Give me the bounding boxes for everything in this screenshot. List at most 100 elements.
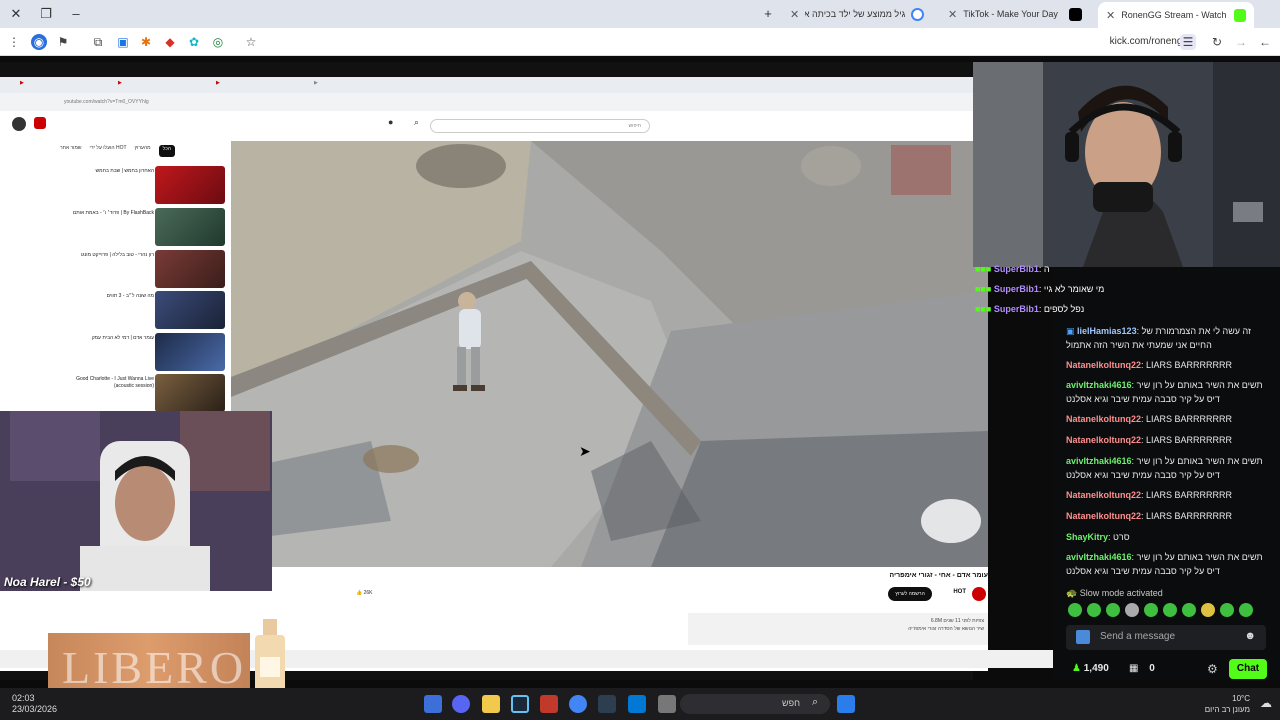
extension-icon[interactable]: ✿	[186, 34, 202, 50]
chat-username[interactable]: ShayKitry	[1066, 532, 1108, 542]
file-explorer-icon[interactable]	[482, 695, 500, 713]
tab-close-icon[interactable]: ✕	[790, 8, 799, 21]
windows-start-icon[interactable]	[837, 695, 855, 713]
chat-username[interactable]: SuperBib1	[994, 284, 1039, 294]
taskbar-app-icon[interactable]	[540, 695, 558, 713]
chip: הועלו על ידי HOT	[89, 145, 127, 151]
chat-username[interactable]: Natanelkoltunq22	[1066, 414, 1141, 424]
recommended-title: מה שונה ל״ב - 3 תווים	[106, 293, 154, 299]
chat-message: Natanelkoltunq22: LIARS BARRRRRRR	[1066, 414, 1233, 424]
emote-icon[interactable]	[1239, 603, 1253, 617]
chat-username[interactable]: Natanelkoltunq22	[1066, 490, 1141, 500]
extension-icon[interactable]: ⚑	[55, 34, 71, 50]
inner-browser-tabs: ▶ ▶ ▶ ▶	[0, 77, 973, 93]
like-button[interactable]: 👍 26K	[356, 590, 373, 596]
viewers-icon: ♟	[1072, 663, 1081, 674]
puzzle-icon[interactable]: ⧉	[90, 34, 106, 50]
emote-icon[interactable]	[1106, 603, 1120, 617]
chat-text: LIARS BARRRRRRR	[1146, 490, 1233, 500]
youtube-video[interactable]: ➤	[231, 141, 988, 567]
emote-icon[interactable]	[1182, 603, 1196, 617]
chat-username[interactable]: SuperBib1	[994, 264, 1039, 274]
taskbar-app-icon[interactable]	[628, 695, 646, 713]
video-title: עומר אדם - אחי - זגורי אימפריה	[889, 572, 988, 579]
taskbar-app-icon[interactable]	[598, 695, 616, 713]
tab-tiktok[interactable]: ✕ TikTok - Make Your Day	[940, 2, 1090, 26]
chat-username[interactable]: Natanelkoltunq22	[1066, 435, 1141, 445]
description-line: שיר הנושא של הסדרה זגורי אימפריה	[908, 626, 984, 632]
emote-icon[interactable]	[1087, 603, 1101, 617]
recommended-title: Good Charlotte - I Just Wanna Live (acou…	[76, 376, 154, 389]
viewer-count: ♟ 1,490	[1072, 663, 1109, 674]
emote-icon[interactable]	[1068, 603, 1082, 617]
slow-mode-icon: 🐢	[1066, 588, 1078, 598]
extension-icon[interactable]: ✱	[138, 34, 154, 50]
system-clock[interactable]: 02:03 23/03/2026	[12, 693, 57, 715]
notifications-icon	[34, 117, 46, 129]
google-icon	[911, 7, 924, 21]
tab-kick[interactable]: ✕ RonenGG Stream - Watch Live	[1098, 2, 1254, 28]
emote-icon[interactable]	[1220, 603, 1234, 617]
chat-input[interactable]: Send a message ☻	[1066, 625, 1266, 650]
gift-icon: ▦	[1129, 663, 1139, 674]
discord-icon[interactable]	[452, 695, 470, 713]
pip-webcam-frame	[0, 411, 272, 591]
mic-icon: ●	[388, 117, 394, 127]
weather-widget[interactable]: 10°C מעונן רב היום	[1205, 693, 1250, 715]
back-icon[interactable]: ←	[1257, 34, 1273, 50]
chat-username[interactable]: Natanelkoltunq22	[1066, 360, 1141, 370]
chat-username[interactable]: lielHamias123	[1077, 326, 1137, 336]
list-item: עומר אדם | דמי לא הבית עמק	[40, 333, 225, 373]
minimize-window-icon[interactable]: –	[68, 6, 84, 22]
gift-counter[interactable]: ▦ 0	[1129, 663, 1155, 674]
settings-gear-icon[interactable]: ⚙	[1207, 662, 1218, 676]
emoji-picker-icon[interactable]: ☻	[1244, 630, 1256, 642]
extension-icon[interactable]: ◉	[31, 34, 47, 50]
emote-icon[interactable]	[1144, 603, 1158, 617]
chat-text: LIARS BARRRRRRR	[1146, 511, 1233, 521]
list-item: מה שונה ל״ב - 3 תווים	[40, 291, 225, 331]
chat-username[interactable]: avivItzhaki4616	[1066, 552, 1132, 562]
address-bar[interactable]: kick.com/ronengg	[1110, 32, 1188, 52]
emote-icon[interactable]	[1201, 603, 1215, 617]
extension-icon[interactable]: ▣	[115, 34, 131, 50]
search-icon: ⌕	[812, 696, 819, 708]
channel-avatar	[972, 587, 986, 601]
emote-icon[interactable]	[1163, 603, 1177, 617]
thumbnail	[155, 208, 225, 246]
verified-badge-icon: ▣	[1066, 326, 1075, 336]
clock-date: 23/03/2026	[12, 704, 58, 714]
forward-icon[interactable]: →	[1233, 34, 1249, 50]
chat-send-button[interactable]: Chat	[1229, 659, 1267, 679]
video-description: 6.8M צפיות לפני 11 שנים שיר הנושא של הסד…	[688, 613, 988, 645]
viewer-count-value: 1,490	[1083, 663, 1109, 674]
restore-window-icon[interactable]: ❐	[38, 6, 54, 22]
tab-close-icon[interactable]: ✕	[1106, 9, 1115, 22]
chat-username[interactable]: avivItzhaki4616	[1066, 456, 1132, 466]
emote-icon[interactable]	[1125, 603, 1139, 617]
chip: מהערוץ	[134, 145, 151, 151]
search-icon: ⌕	[414, 117, 420, 127]
chat-username[interactable]: SuperBib1	[994, 304, 1039, 314]
subscribe-button[interactable]: הרשמה לערוץ	[888, 587, 932, 601]
taskbar-search[interactable]: חפש	[680, 694, 830, 714]
chat-username[interactable]: Natanelkoltunq22	[1066, 511, 1141, 521]
menu-icon[interactable]: ⋮	[6, 34, 22, 50]
weather-cloud-icon: ☁	[1260, 696, 1272, 710]
bookmark-star-icon[interactable]: ☆	[243, 34, 259, 50]
close-window-icon[interactable]: ✕	[8, 6, 24, 22]
taskbar-app-icon[interactable]	[658, 695, 676, 713]
chat-message: avivItzhaki4616: תשים את השיר באותם על ר…	[1066, 456, 1263, 480]
site-settings-icon[interactable]: ☰	[1180, 34, 1196, 50]
reload-icon[interactable]: ↻	[1209, 34, 1225, 50]
tab-google[interactable]: ✕ גיל ממוצע של ילד בכיתה א - ח	[782, 2, 932, 26]
steam-icon[interactable]	[511, 695, 529, 713]
chat-username[interactable]: avivItzhaki4616	[1066, 380, 1132, 390]
extension-icon[interactable]: ◎	[210, 34, 226, 50]
taskbar-app-icon[interactable]	[424, 695, 442, 713]
avatar	[12, 117, 26, 131]
chrome-icon[interactable]	[569, 695, 587, 713]
new-tab-icon[interactable]: +	[760, 6, 776, 22]
tab-close-icon[interactable]: ✕	[948, 8, 957, 21]
extension-icon[interactable]: ◆	[162, 34, 178, 50]
